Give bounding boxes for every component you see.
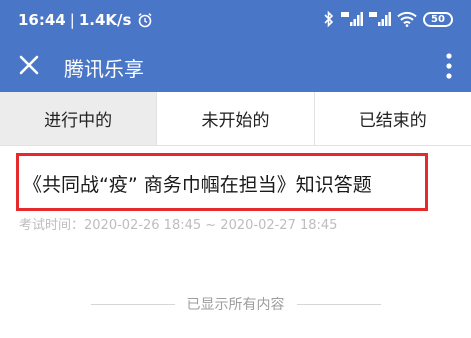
- exam-time: 考试时间：2020-02-26 18:45 ~ 2020-02-27 18:45: [19, 218, 338, 233]
- status-right: 50: [323, 10, 453, 28]
- tab-ended[interactable]: 已结束的: [314, 92, 471, 145]
- tab-in-progress[interactable]: 进行中的: [0, 92, 158, 145]
- status-bar: 16:44 | 1.4K/s 50: [0, 0, 471, 40]
- app-bar: 腾讯乐享: [0, 40, 471, 92]
- status-separator: |: [69, 11, 75, 29]
- network-speed: 1.4K/s: [78, 11, 132, 29]
- end-of-list-text: 已显示所有内容: [186, 297, 285, 313]
- tab-bar: 进行中的 未开始的 已结束的: [0, 92, 471, 146]
- status-left: 16:44 | 1.4K/s: [18, 11, 153, 29]
- exam-title[interactable]: 《共同战“疫” 商务巾帼在担当》知识答题: [23, 170, 372, 197]
- status-time: 16:44: [18, 11, 66, 29]
- signal-2-icon: [369, 11, 391, 27]
- wifi-icon: [397, 11, 417, 27]
- close-icon[interactable]: [16, 52, 42, 78]
- more-options-icon[interactable]: [445, 52, 453, 80]
- tab-not-started[interactable]: 未开始的: [157, 92, 315, 145]
- signal-1-icon: [341, 11, 363, 27]
- battery-icon: 50: [423, 11, 453, 27]
- divider-right: [296, 303, 381, 305]
- bluetooth-icon: [323, 10, 335, 28]
- list-item[interactable]: 《共同战“疫” 商务巾帼在担当》知识答题: [16, 153, 428, 211]
- alarm-icon: [137, 12, 153, 28]
- divider-left: [90, 303, 175, 305]
- end-of-list: 已显示所有内容: [0, 294, 471, 314]
- app-title: 腾讯乐享: [64, 57, 144, 81]
